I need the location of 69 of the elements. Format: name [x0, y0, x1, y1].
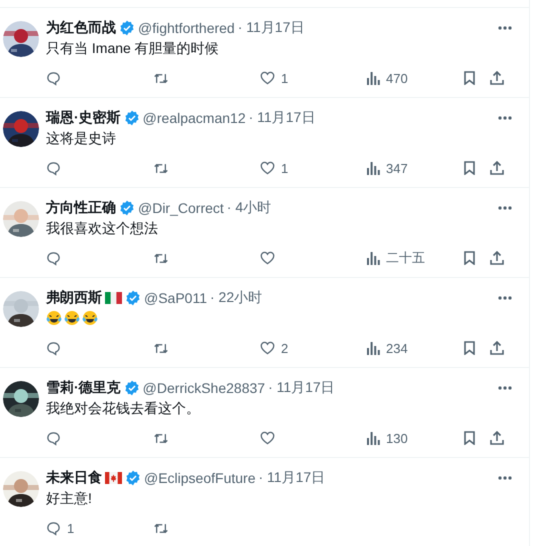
reply-icon[interactable]	[46, 160, 61, 176]
user-handle[interactable]: @SaP011	[144, 290, 207, 306]
view-count: 二十五	[386, 249, 425, 267]
reply-icon[interactable]	[46, 70, 61, 86]
post-time[interactable]: · 11月17日	[258, 469, 326, 487]
post-time[interactable]: · 11月17日	[268, 379, 335, 397]
reply-text: 这将是史诗	[46, 129, 116, 148]
share-icon[interactable]	[490, 71, 504, 85]
post-time[interactable]: · 4小时	[226, 199, 272, 217]
like-count: 2	[281, 340, 288, 356]
reply-text: 我绝对会花钱去看这个。	[46, 399, 200, 418]
user-name[interactable]: 瑞恩·史密斯	[46, 109, 121, 127]
laughing-emoji-icon	[82, 310, 98, 326]
reply-text: 只有当 Imane 有胆量的时候	[46, 39, 219, 58]
user-name[interactable]: 雪莉·德里克	[46, 379, 121, 397]
bar-chart-icon[interactable]	[367, 342, 380, 354]
user-handle[interactable]: @DerrickShe28837	[142, 380, 266, 396]
share-icon[interactable]	[490, 341, 504, 355]
view-count: 234	[386, 340, 408, 356]
user-handle[interactable]: @fightforthered	[138, 20, 235, 36]
bar-chart-icon[interactable]	[367, 252, 380, 264]
bookmark-icon[interactable]	[464, 431, 475, 445]
bar-chart-icon[interactable]	[367, 162, 380, 174]
user-handle[interactable]: @Dir_Correct	[138, 200, 224, 216]
user-handle[interactable]: @EclipseofFuture	[144, 470, 256, 486]
reply-icon[interactable]	[46, 250, 61, 266]
bookmark-icon[interactable]	[464, 251, 475, 265]
more-icon[interactable]	[498, 206, 512, 210]
post-time[interactable]: · 22小时	[210, 289, 262, 307]
like-count: 1	[281, 160, 288, 176]
view-count: 347	[386, 160, 408, 176]
share-icon[interactable]	[490, 431, 504, 445]
heart-icon[interactable]	[260, 71, 275, 85]
reply-text: 我很喜欢这个想法	[46, 219, 158, 238]
post-time[interactable]: · 11月17日	[248, 109, 316, 127]
more-icon[interactable]	[498, 116, 512, 120]
reply-text: 好主意!	[46, 489, 92, 508]
user-handle[interactable]: @realpacman12	[142, 110, 246, 126]
heart-icon[interactable]	[260, 431, 275, 445]
laughing-emoji-icon	[64, 310, 80, 326]
reply-icon[interactable]	[46, 520, 61, 536]
heart-icon[interactable]	[260, 161, 275, 175]
user-name[interactable]: 为红色而战	[46, 19, 116, 37]
post-time[interactable]: · 11月17日	[238, 19, 304, 37]
bookmark-icon[interactable]	[464, 161, 475, 175]
reply-icon[interactable]	[46, 340, 61, 356]
heart-icon[interactable]	[260, 341, 275, 355]
bar-chart-icon[interactable]	[367, 432, 380, 444]
more-icon[interactable]	[498, 26, 512, 30]
reply-icon[interactable]	[46, 430, 61, 446]
laughing-emoji-icon	[46, 310, 62, 326]
user-name[interactable]: 未来日食	[46, 469, 102, 487]
heart-icon[interactable]	[260, 251, 275, 265]
reply-count: 1	[67, 520, 74, 536]
user-name[interactable]: 弗朗西斯	[46, 289, 102, 307]
share-icon[interactable]	[490, 251, 504, 265]
more-icon[interactable]	[498, 296, 512, 300]
bookmark-icon[interactable]	[464, 71, 475, 85]
canada-flag-icon	[105, 472, 122, 484]
view-count: 130	[386, 430, 408, 446]
share-icon[interactable]	[490, 161, 504, 175]
bookmark-icon[interactable]	[464, 341, 475, 355]
like-count: 1	[281, 70, 288, 86]
more-icon[interactable]	[498, 386, 512, 390]
view-count: 470	[386, 70, 408, 86]
user-name[interactable]: 方向性正确	[46, 199, 116, 217]
bar-chart-icon[interactable]	[367, 72, 380, 84]
italy-flag-icon	[105, 292, 122, 304]
more-icon[interactable]	[498, 476, 512, 480]
